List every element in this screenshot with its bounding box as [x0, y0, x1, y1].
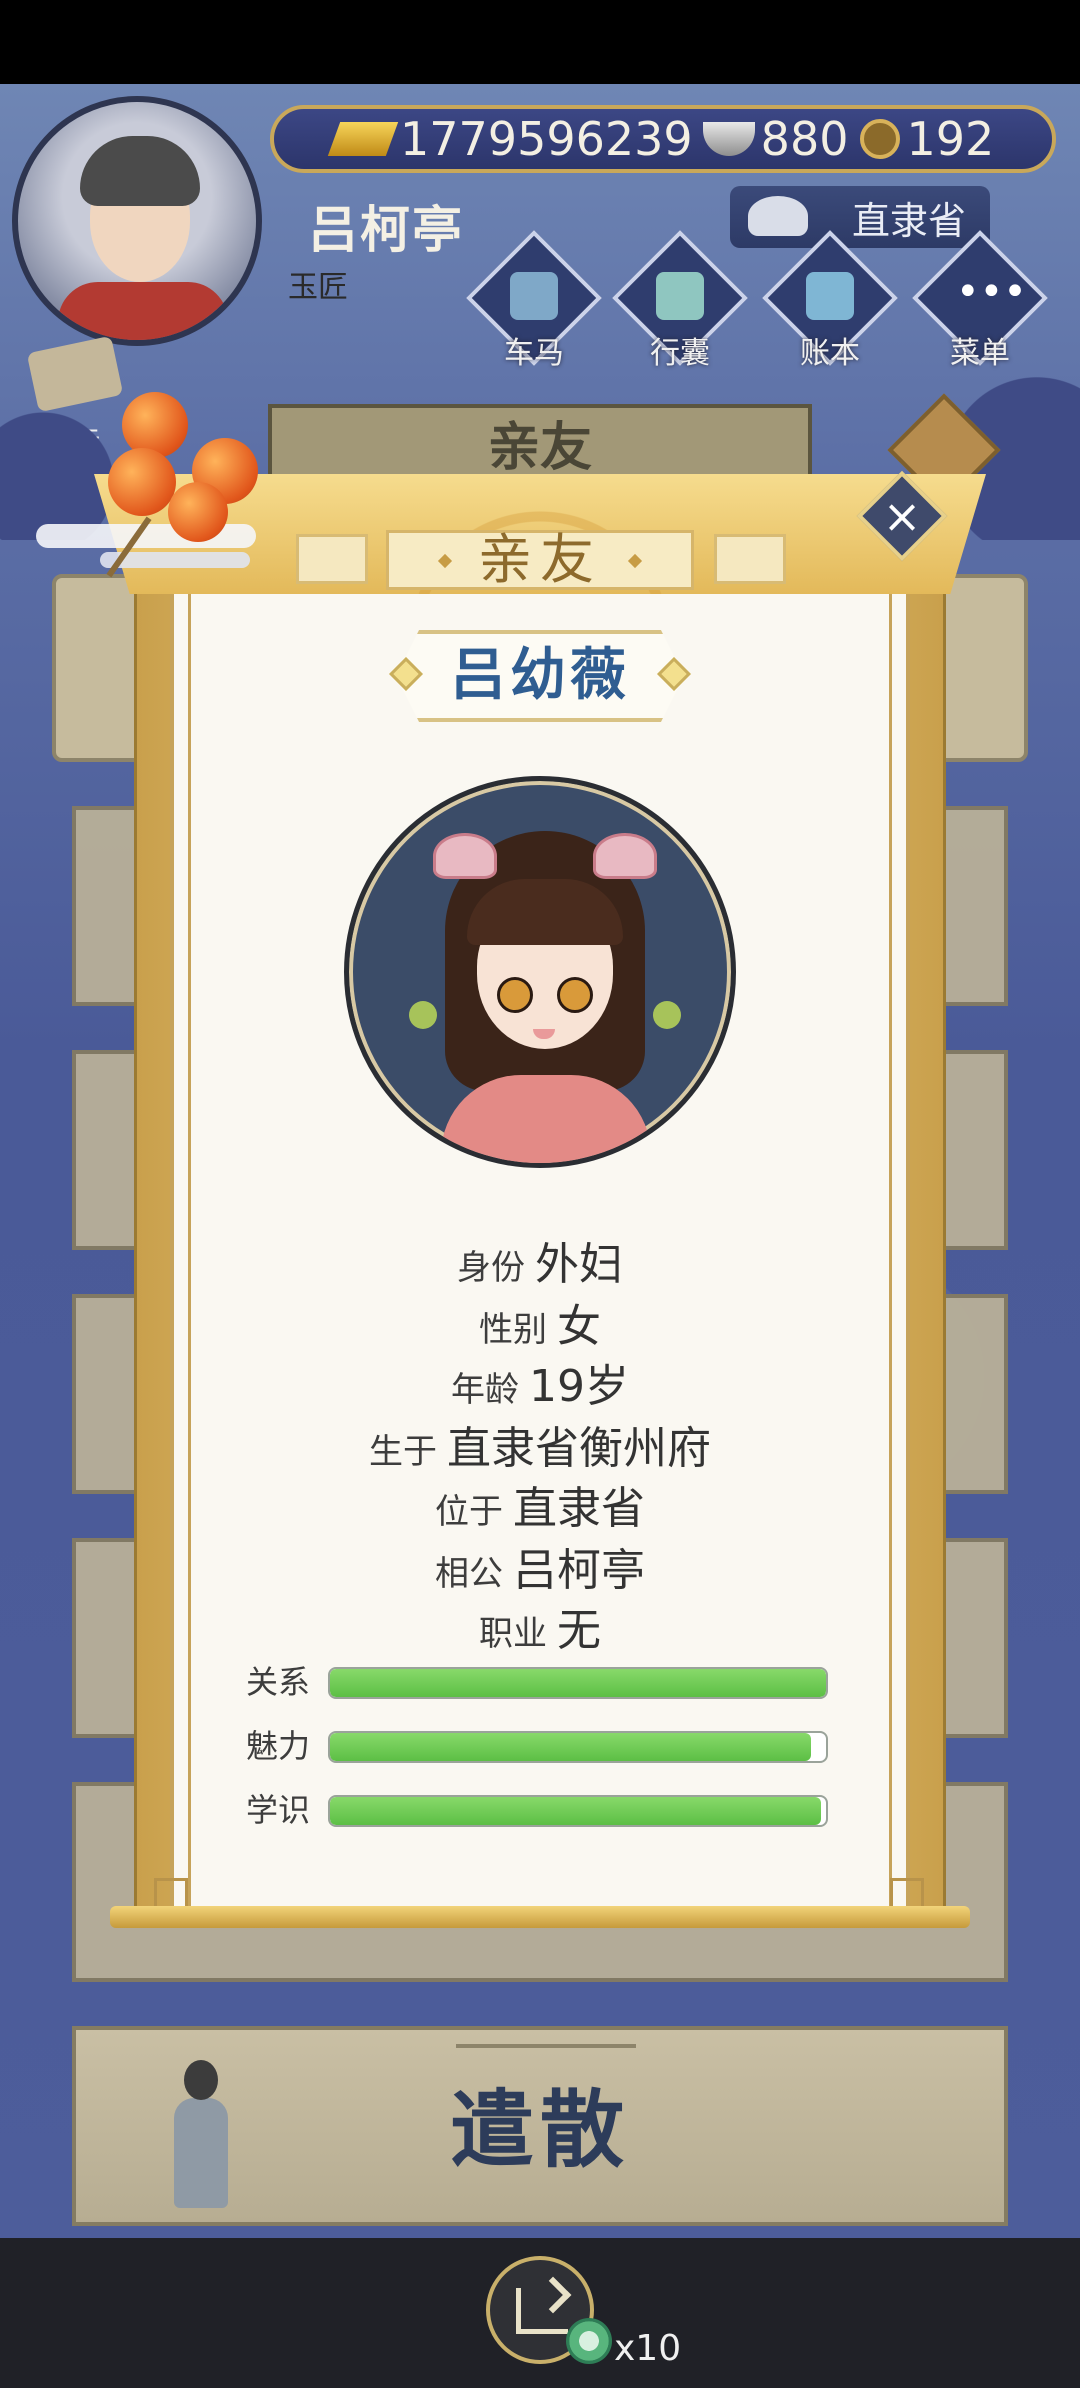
fruit: [168, 482, 228, 542]
info-key: 位于: [435, 1492, 503, 1532]
stat-bar-fill: [330, 1797, 822, 1825]
info-key: 身份: [457, 1248, 525, 1288]
info-row-birthplace: 生于 直隶省衡州府: [170, 1412, 910, 1476]
carriage-icon: [510, 272, 558, 320]
copper-coin-icon: [860, 119, 901, 159]
jade-token-icon: [566, 2318, 612, 2364]
info-key: 相公: [435, 1554, 503, 1594]
close-icon: ×: [882, 489, 922, 543]
gold-amount: 1779596239: [400, 112, 693, 166]
stat-bar-track: [328, 1667, 828, 1699]
info-key: 职业: [479, 1614, 547, 1654]
info-value: 直隶省: [513, 1483, 645, 1534]
info-value: 无: [557, 1605, 601, 1656]
info-value: 吕柯亭: [513, 1545, 645, 1596]
bag-icon: [656, 272, 704, 320]
info-value: 直隶省衡州府: [447, 1423, 711, 1474]
info-row-occupation: 职业无: [170, 1594, 910, 1658]
header-side-tab: [296, 534, 368, 584]
stat-bar-fill: [330, 1669, 826, 1697]
scroll-bottom-rod: [110, 1906, 970, 1928]
stat-charm: 魅力: [246, 1726, 846, 1766]
more-dots-icon: •••: [956, 269, 1027, 315]
status-bar: [0, 0, 1080, 84]
background-panel-title: 亲友: [268, 404, 812, 484]
dismiss-label: 遣散: [449, 2081, 630, 2179]
info-row-identity: 身份 外妇: [170, 1228, 910, 1292]
info-key: 生于: [369, 1432, 437, 1472]
province-label: 直隶省: [851, 198, 966, 243]
stat-bar-fill: [330, 1733, 812, 1761]
avatar-robe: [58, 282, 228, 340]
candied-fruit-icon: [96, 392, 266, 578]
info-key: 年龄: [451, 1370, 519, 1410]
player-avatar[interactable]: [12, 96, 262, 346]
portrait-eye: [557, 977, 593, 1013]
stat-bar-track: [328, 1795, 828, 1827]
info-key: 性别: [479, 1310, 547, 1350]
silver-amount: 880: [760, 112, 849, 166]
leaf-ornament: [653, 1001, 681, 1029]
modal-title: 亲友: [478, 528, 602, 591]
province-button[interactable]: 直隶省: [730, 186, 990, 248]
stat-label: 关系: [246, 1663, 311, 1701]
avatar-hair: [80, 136, 200, 206]
token-count: x10: [614, 2328, 682, 2369]
info-row-location: 位于 直隶省: [170, 1472, 910, 1536]
coin-amount: 192: [906, 112, 995, 166]
hair-ornament: [593, 833, 657, 879]
ledger-icon: [806, 272, 854, 320]
stat-relationship: 关系: [246, 1662, 846, 1702]
leaf-ornament: [409, 1001, 437, 1029]
dismiss-button[interactable]: 遣散: [72, 2026, 1008, 2226]
info-value: 19岁: [529, 1361, 629, 1412]
silver-ingot-icon: [702, 122, 755, 156]
currency-bar: 1779596239 880 192: [270, 105, 1056, 173]
portrait-eye: [497, 977, 533, 1013]
fruit: [108, 448, 176, 516]
stat-label: 魅力: [246, 1727, 311, 1765]
info-value: 外妇: [535, 1239, 623, 1290]
info-value: 女: [557, 1301, 601, 1352]
header-side-tab: [714, 534, 786, 584]
player-name: 吕柯亭: [308, 201, 464, 259]
gold-ingot-icon: [327, 122, 399, 156]
stat-knowledge: 学识: [246, 1790, 846, 1830]
info-row-husband: 相公 吕柯亭: [170, 1534, 910, 1598]
stat-bar-track: [328, 1731, 828, 1763]
info-row-age: 年龄 19岁: [170, 1350, 910, 1414]
player-title: 玉匠: [288, 270, 348, 305]
hair-ornament: [433, 833, 497, 879]
map-icon: [748, 196, 808, 236]
fruit: [122, 392, 188, 458]
info-row-gender: 性别女: [170, 1290, 910, 1354]
stat-label: 学识: [246, 1791, 311, 1829]
character-portrait: [344, 776, 736, 1168]
character-name: 吕幼薇: [450, 643, 630, 708]
